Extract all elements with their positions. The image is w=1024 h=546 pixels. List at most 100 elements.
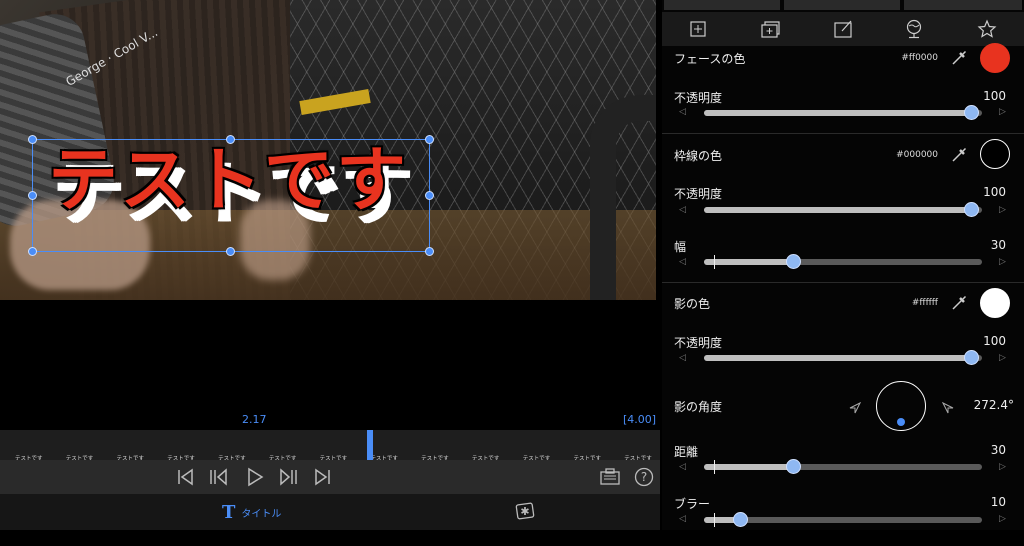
previous-frame-icon xyxy=(210,468,227,486)
skip-to-end-button[interactable] xyxy=(312,466,334,488)
playback-controls: ? xyxy=(0,460,660,494)
blur-value: 10 xyxy=(990,495,1006,509)
stroke-opacity-label: 不透明度 xyxy=(674,187,723,201)
stroke-eyedropper-button[interactable] xyxy=(950,146,968,164)
timeline-track[interactable]: テストです テストです テストです テストです テストです テストです テストです テストです… xyxy=(0,430,660,462)
skip-to-start-icon xyxy=(178,468,193,486)
face-opacity-decrease[interactable]: ◁ xyxy=(679,107,686,117)
svg-text:?: ? xyxy=(641,470,647,484)
preview-empty-area xyxy=(0,300,660,410)
shadow-color-swatch[interactable] xyxy=(980,288,1010,318)
previous-frame-button[interactable] xyxy=(207,466,229,488)
panel-tab-3[interactable] xyxy=(904,0,1022,10)
stroke-width-decrease[interactable]: ◁ xyxy=(679,257,686,267)
clipboard-icon xyxy=(600,468,620,485)
face-color-hex: #ff0000 xyxy=(901,53,938,63)
distance-increase[interactable]: ▷ xyxy=(999,462,1006,472)
favorite-button[interactable] xyxy=(976,18,998,40)
section-divider xyxy=(662,133,1024,134)
stroke-width-slider[interactable] xyxy=(704,254,982,269)
clipboard-button[interactable] xyxy=(599,466,621,488)
add-title-button[interactable] xyxy=(687,18,709,40)
title-selection-box[interactable] xyxy=(32,139,430,252)
blur-increase[interactable]: ▷ xyxy=(999,514,1006,524)
resize-handle-top-right[interactable] xyxy=(425,135,434,144)
title-tab[interactable]: T タイトル xyxy=(222,502,281,523)
distance-fill xyxy=(704,464,793,470)
help-button[interactable]: ? xyxy=(633,466,655,488)
stroke-width-label: 幅 xyxy=(674,240,687,254)
shadow-opacity-increase[interactable]: ▷ xyxy=(999,353,1006,363)
shadow-opacity-slider[interactable] xyxy=(704,350,982,365)
stroke-color-hex: #000000 xyxy=(896,150,938,160)
star-icon xyxy=(977,19,997,38)
eyedropper-icon xyxy=(952,147,967,162)
blur-slider[interactable] xyxy=(704,512,982,527)
shadow-opacity-decrease[interactable]: ◁ xyxy=(679,353,686,363)
stroke-opacity-decrease[interactable]: ◁ xyxy=(679,205,686,215)
stroke-opacity-increase[interactable]: ▷ xyxy=(999,205,1006,215)
sparkle-frame-icon: ✱ xyxy=(515,502,535,520)
skip-to-start-button[interactable] xyxy=(174,466,196,488)
panel-tab-2[interactable] xyxy=(784,0,900,10)
resize-handle-top-left[interactable] xyxy=(28,135,37,144)
face-opacity-knob[interactable] xyxy=(963,105,979,120)
shadow-opacity-label: 不透明度 xyxy=(674,336,723,350)
stroke-width-knob[interactable] xyxy=(785,254,801,269)
stroke-opacity-knob[interactable] xyxy=(963,202,979,217)
face-eyedropper-button[interactable] xyxy=(950,49,968,67)
resize-handle-middle-left[interactable] xyxy=(28,191,37,200)
next-frame-button[interactable] xyxy=(278,466,300,488)
section-divider xyxy=(662,282,1024,283)
duplicate-title-button[interactable] xyxy=(759,18,781,40)
bottom-toolbar: T タイトル ✱ xyxy=(0,494,660,530)
stroke-width-default-tick xyxy=(714,255,715,269)
panel-top-tabs xyxy=(662,0,1024,10)
shadow-opacity-fill xyxy=(704,355,971,361)
shadow-eyedropper-button[interactable] xyxy=(950,294,968,312)
resize-handle-bottom-center[interactable] xyxy=(226,247,235,256)
distance-slider[interactable] xyxy=(704,459,982,474)
face-opacity-fill xyxy=(704,110,971,116)
total-time: [4.00] xyxy=(623,413,657,426)
stroke-color-swatch[interactable] xyxy=(980,139,1010,169)
face-opacity-label: 不透明度 xyxy=(674,91,723,105)
stroke-opacity-fill xyxy=(704,207,971,213)
face-opacity-increase[interactable]: ▷ xyxy=(999,107,1006,117)
shadow-opacity-knob[interactable] xyxy=(963,350,979,365)
face-opacity-value: 100 xyxy=(983,89,1006,103)
effects-tab[interactable]: ✱ xyxy=(514,500,536,522)
panel-tab-1[interactable] xyxy=(664,0,780,10)
background-pipe xyxy=(590,95,656,300)
stroke-opacity-slider[interactable] xyxy=(704,202,982,217)
video-preview[interactable]: George · Cool V... テストです xyxy=(0,0,656,300)
face-opacity-slider[interactable] xyxy=(704,105,982,120)
face-color-label: フェースの色 xyxy=(674,52,746,66)
distance-decrease[interactable]: ◁ xyxy=(679,462,686,472)
edit-title-button[interactable] xyxy=(832,18,854,40)
play-icon xyxy=(248,467,264,487)
resize-handle-top-center[interactable] xyxy=(226,135,235,144)
resize-handle-bottom-right[interactable] xyxy=(425,247,434,256)
shadow-angle-dial-dot[interactable] xyxy=(897,418,906,427)
play-button[interactable] xyxy=(244,466,266,488)
blur-default-tick xyxy=(714,513,715,527)
shadow-angle-dial[interactable] xyxy=(876,381,926,431)
rotate-right-cursor-icon[interactable] xyxy=(941,399,954,414)
rotate-left-cursor-icon[interactable] xyxy=(849,399,862,414)
stroke-width-value: 30 xyxy=(990,238,1006,252)
svg-text:✱: ✱ xyxy=(520,505,529,518)
resize-handle-middle-right[interactable] xyxy=(425,191,434,200)
globe-button[interactable] xyxy=(903,18,925,40)
stroke-opacity-value: 100 xyxy=(983,185,1006,199)
title-tab-icon: T xyxy=(222,502,236,523)
face-color-swatch[interactable] xyxy=(980,43,1010,73)
blur-decrease[interactable]: ◁ xyxy=(679,514,686,524)
next-frame-icon xyxy=(280,468,297,486)
stroke-width-increase[interactable]: ▷ xyxy=(999,257,1006,267)
resize-handle-bottom-left[interactable] xyxy=(28,247,37,256)
stroke-color-label: 枠線の色 xyxy=(674,149,723,163)
blur-knob[interactable] xyxy=(733,512,749,527)
distance-knob[interactable] xyxy=(785,459,801,474)
playhead[interactable] xyxy=(367,430,373,460)
